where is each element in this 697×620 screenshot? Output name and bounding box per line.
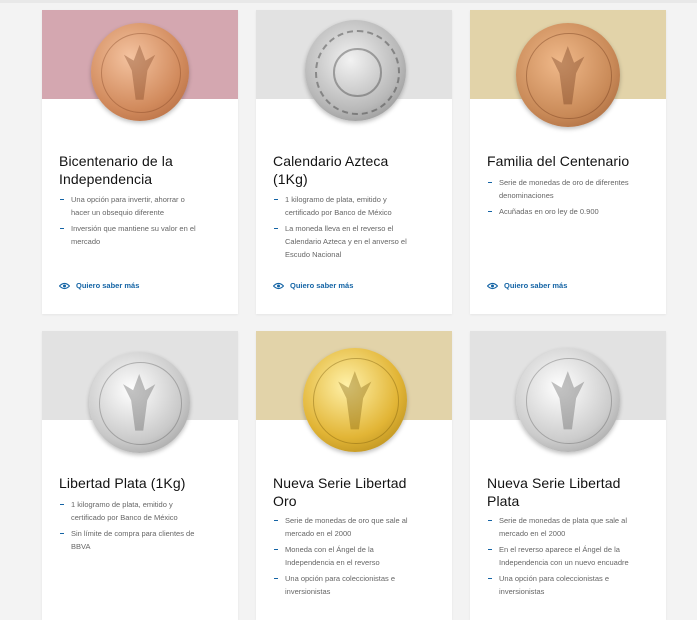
list-item: 1 kilogramo de plata, emitido y certifica… [59, 498, 230, 524]
list-item: Una opción para coleccionistas e inversio… [487, 572, 658, 598]
list-item: Serie de monedas de oro de diferentes den… [487, 176, 658, 202]
list-item: 1 kilogramo de plata, emitido y certifica… [273, 193, 444, 219]
card-calendario-azteca: Calendario Azteca (1Kg) 1 kilogramo de p… [256, 10, 452, 314]
card-title: Familia del Centenario [487, 153, 630, 169]
aztec-calendar-coin-image [305, 20, 406, 121]
eye-icon [487, 282, 498, 289]
list-item: Inversión que mantiene su valor en el mer… [59, 222, 230, 248]
angel-figure-icon [551, 370, 585, 430]
card-title: Nueva Serie Libertad Oro [273, 475, 407, 509]
list-item: Una opción para invertir, ahorrar o hacer… [59, 193, 230, 219]
list-item: Una opción para coleccionistas e inversio… [273, 572, 444, 598]
angel-figure-icon [551, 45, 585, 105]
gold-libertad-coin-image [303, 348, 407, 452]
list-item: Sin límite de compra para clientes de BBV… [59, 527, 230, 553]
feature-list: 1 kilogramo de plata, emitido y certifica… [59, 498, 230, 556]
eye-icon [59, 282, 70, 289]
card-image-banner [42, 10, 238, 121]
card-bicentenario: Bicentenario de la Independencia Una opc… [42, 10, 238, 314]
angel-figure-icon [338, 370, 372, 430]
feature-list: Una opción para invertir, ahorrar o hacer… [59, 193, 230, 251]
card-title: Calendario Azteca (1Kg) [273, 153, 389, 187]
feature-list: 1 kilogramo de plata, emitido y certifica… [273, 193, 444, 264]
copper-coin-image [91, 23, 189, 121]
list-item: La moneda lleva en el reverso el Calendar… [273, 222, 444, 261]
product-grid: Bicentenario de la Independencia Una opc… [0, 0, 697, 620]
card-nueva-serie-libertad-oro: Nueva Serie Libertad Oro Serie de moneda… [256, 331, 452, 620]
list-item: Moneda con el Ángel de la Independencia e… [273, 543, 444, 569]
eye-icon [273, 282, 284, 289]
angel-figure-icon [124, 44, 156, 100]
card-image-banner [470, 331, 666, 452]
silver-libertad-coin-image [516, 348, 620, 452]
angel-figure-icon [123, 374, 156, 431]
list-item: Serie de monedas de oro que sale al merca… [273, 514, 444, 540]
card-title: Libertad Plata (1Kg) [59, 475, 186, 491]
card-title: Nueva Serie Libertad Plata [487, 475, 621, 509]
card-image-banner [256, 331, 452, 452]
card-image-banner [470, 10, 666, 127]
card-familia-centenario: Familia del Centenario Serie de monedas … [470, 10, 666, 314]
learn-more-link[interactable]: Quiero saber más [59, 281, 139, 290]
list-item: Acuñadas en oro ley de 0.900 [487, 205, 658, 218]
feature-list: Serie de monedas de plata que sale al mer… [487, 514, 658, 601]
learn-more-link[interactable]: Quiero saber más [487, 281, 567, 290]
feature-list: Serie de monedas de oro que sale al merca… [273, 514, 444, 601]
card-nueva-serie-libertad-plata: Nueva Serie Libertad Plata Serie de mone… [470, 331, 666, 620]
feature-list: Serie de monedas de oro de diferentes den… [487, 176, 658, 221]
list-item: Serie de monedas de plata que sale al mer… [487, 514, 658, 540]
silver-libertad-coin-image [89, 352, 190, 453]
card-title: Bicentenario de la Independencia [59, 153, 173, 187]
card-libertad-plata-1kg: Libertad Plata (1Kg) 1 kilogramo de plat… [42, 331, 238, 620]
centenario-coin-image [516, 23, 620, 127]
list-item: En el reverso aparece el Ángel de la Inde… [487, 543, 658, 569]
learn-more-link[interactable]: Quiero saber más [273, 281, 353, 290]
card-image-banner [256, 10, 452, 121]
card-image-banner [42, 331, 238, 453]
